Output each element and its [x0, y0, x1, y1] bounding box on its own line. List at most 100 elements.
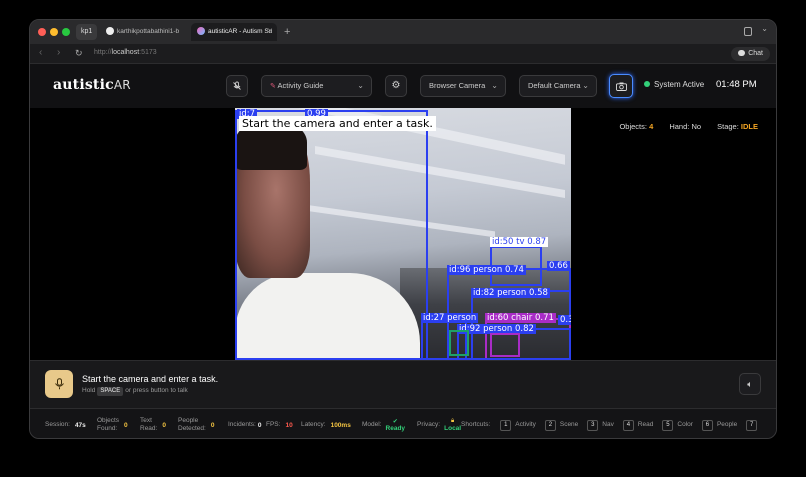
tab-autisticar[interactable]: autisticAR - Autism Su ✕ [191, 23, 277, 41]
shortcut-nav[interactable]: 3 Nav [587, 419, 614, 431]
app-favicon-icon [197, 27, 205, 36]
pin-icon: ✎ [270, 83, 276, 90]
session-stat: Session: 47s [45, 409, 86, 438]
camera-source-select[interactable]: Browser Camera ⌄ [420, 75, 506, 97]
shortcuts-label: Shortcuts: [461, 421, 491, 428]
video-stage: id:7 0.99 Start the camera and enter a t… [30, 108, 776, 360]
shortcut-key: 1 [500, 419, 512, 431]
chat-button[interactable]: Chat [731, 47, 770, 61]
people-detected-label-1: People [178, 417, 199, 424]
hint-post: or press button to talk [125, 387, 188, 394]
clock: 01:48 PM [716, 79, 757, 90]
speaker-icon: 🔈︎ [747, 379, 753, 389]
chevron-down-icon[interactable]: ⌄ [761, 24, 768, 33]
back-arrow-icon[interactable]: ‹ [39, 47, 42, 58]
objects-stat-value: 4 [649, 122, 654, 131]
fps-value: 10 [285, 421, 293, 429]
objects-found-label-2: Found: [97, 425, 118, 432]
model-value: Ready [385, 425, 406, 432]
stage-stat-label: Stage: [717, 122, 739, 131]
shortcut-7[interactable]: 7 [746, 419, 761, 431]
maximize-window-button[interactable] [62, 28, 70, 36]
fps-label: FPS: [266, 421, 281, 428]
activity-select[interactable]: ✎ Activity Guide ⌄ [261, 75, 372, 97]
extension-icon[interactable] [744, 27, 752, 36]
privacy-value: Local [444, 425, 462, 432]
app-logo: autisticAR [53, 77, 131, 93]
tab-github[interactable]: karthikpottabathini1-b [100, 23, 186, 41]
stage-stat-value: IDLE [740, 122, 758, 131]
shortcut-activity[interactable]: 1 Activity [500, 419, 536, 431]
shortcut-people[interactable]: 6 People [701, 419, 738, 431]
capture-button[interactable] [609, 74, 633, 98]
prompt-message: Start the camera and enter a task. [82, 374, 219, 384]
close-tab-icon[interactable]: ✕ [267, 23, 273, 41]
detection-label: id:82 person 0.58 [471, 288, 550, 298]
hint-pre: Hold [82, 387, 96, 394]
privacy-status: 🔒︎ Local [444, 418, 461, 432]
url-prefix: http:// [94, 49, 112, 56]
github-icon [106, 27, 114, 36]
app-header: autisticAR ✎ Activity Guide ⌄ ⚙ Browser … [30, 64, 776, 108]
url-field[interactable]: http://localhost:5173 [94, 49, 157, 56]
detection-label: id:27 person [421, 313, 479, 323]
settings-button[interactable]: ⚙ [385, 75, 407, 97]
detection-label: 0.3 [558, 315, 571, 325]
objects-stat-label: Objects: [619, 122, 647, 131]
shortcut-key: 2 [544, 419, 556, 431]
new-tab-button[interactable]: + [284, 23, 290, 41]
objects-found-label-1: Objects [97, 417, 120, 424]
objects-found-value: 0 [124, 421, 128, 429]
incidents-label: Incidents: [228, 421, 256, 428]
status-dot-icon [644, 81, 650, 87]
text-read-label: Text Read: [140, 417, 157, 433]
detection-box [449, 330, 469, 356]
speaker-button[interactable]: 🔈︎ [739, 373, 761, 395]
url-host: localhost [111, 49, 140, 56]
activity-select-value: Activity Guide [277, 81, 324, 90]
hand-stat-value: No [691, 122, 702, 131]
camera-device-select[interactable]: Default Camera ⌄ [519, 75, 597, 97]
close-window-button[interactable] [38, 28, 46, 36]
mic-icon [54, 378, 64, 390]
chat-label: Chat [748, 50, 763, 57]
profile-badge[interactable]: kp1 [76, 24, 98, 40]
space-key: SPACE [97, 387, 124, 396]
reload-icon[interactable]: ↻ [75, 48, 83, 59]
chat-bubble-icon [738, 50, 746, 57]
objects-found-label: Objects Found: [97, 417, 119, 433]
mic-off-icon [233, 81, 241, 90]
latency-label: Latency: [301, 421, 326, 428]
shortcut-label: Read [637, 420, 654, 428]
people-detected-label-2: Detected: [178, 425, 206, 432]
objects-stat: Objects: 4 [619, 122, 653, 131]
system-status: System Active [644, 80, 704, 89]
detection-box [490, 333, 520, 357]
chevron-down-icon: ⌄ [357, 81, 364, 90]
text-read-label-1: Text [140, 417, 152, 424]
detection-label: id:96 person 0.74 [447, 265, 526, 275]
text-read-stat: Text Read: 0 [140, 409, 166, 438]
shortcut-label: Color [677, 420, 693, 428]
camera-overlay-text: Start the camera and enter a task. [239, 116, 436, 131]
push-to-talk-button[interactable] [45, 370, 73, 398]
privacy-label: Privacy: [417, 421, 441, 428]
model-label: Model: [362, 421, 382, 428]
shortcut-scene[interactable]: 2 Scene [544, 419, 578, 431]
model-stat: Model: ✔ Ready [362, 409, 406, 438]
shortcut-color[interactable]: 5 Color [662, 419, 693, 431]
shortcut-label: Activity [515, 420, 536, 428]
privacy-stat: Privacy: 🔒︎ Local [417, 409, 461, 438]
status-footer: Session: 47s Objects Found: 0 Text Read: 0 Pe… [30, 408, 776, 438]
shortcut-label: People [716, 420, 738, 428]
forward-arrow-icon[interactable]: › [57, 47, 60, 58]
gear-icon: ⚙ [391, 80, 401, 91]
mute-mic-button[interactable] [226, 75, 248, 97]
incidents-value: 0 [257, 421, 262, 429]
shortcut-read[interactable]: 4 Read [622, 419, 654, 431]
address-bar: ‹ › ↻ http://localhost:5173 Chat [30, 44, 776, 64]
camera-feed[interactable]: id:7 0.99 Start the camera and enter a t… [235, 108, 571, 360]
minimize-window-button[interactable] [50, 28, 58, 36]
text-read-value: 0 [162, 421, 166, 429]
latency-stat: Latency: 100ms [301, 409, 351, 438]
